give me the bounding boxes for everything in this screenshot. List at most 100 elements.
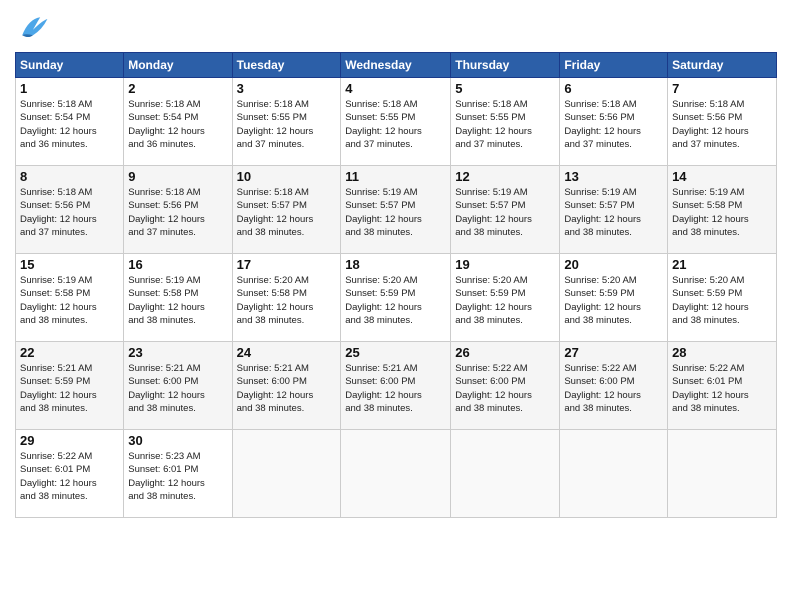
calendar-cell: 30 Sunrise: 5:23 AM Sunset: 6:01 PM Dayli… bbox=[124, 430, 232, 518]
day-number: 4 bbox=[345, 81, 446, 96]
calendar-cell: 22 Sunrise: 5:21 AM Sunset: 5:59 PM Dayli… bbox=[16, 342, 124, 430]
day-info: Sunrise: 5:18 AM Sunset: 5:56 PM Dayligh… bbox=[672, 98, 772, 151]
day-number: 20 bbox=[564, 257, 663, 272]
calendar-cell: 4 Sunrise: 5:18 AM Sunset: 5:55 PM Daylig… bbox=[341, 78, 451, 166]
logo bbox=[15, 10, 55, 46]
day-number: 27 bbox=[564, 345, 663, 360]
day-number: 9 bbox=[128, 169, 227, 184]
day-info: Sunrise: 5:19 AM Sunset: 5:58 PM Dayligh… bbox=[128, 274, 227, 327]
calendar-cell bbox=[232, 430, 341, 518]
calendar-cell: 7 Sunrise: 5:18 AM Sunset: 5:56 PM Daylig… bbox=[668, 78, 777, 166]
day-number: 23 bbox=[128, 345, 227, 360]
day-info: Sunrise: 5:20 AM Sunset: 5:59 PM Dayligh… bbox=[455, 274, 555, 327]
day-info: Sunrise: 5:19 AM Sunset: 5:58 PM Dayligh… bbox=[672, 186, 772, 239]
calendar-header-monday: Monday bbox=[124, 53, 232, 78]
calendar-cell: 12 Sunrise: 5:19 AM Sunset: 5:57 PM Dayli… bbox=[451, 166, 560, 254]
day-info: Sunrise: 5:21 AM Sunset: 6:00 PM Dayligh… bbox=[345, 362, 446, 415]
day-info: Sunrise: 5:20 AM Sunset: 5:59 PM Dayligh… bbox=[564, 274, 663, 327]
calendar-cell: 1 Sunrise: 5:18 AM Sunset: 5:54 PM Daylig… bbox=[16, 78, 124, 166]
day-info: Sunrise: 5:19 AM Sunset: 5:58 PM Dayligh… bbox=[20, 274, 119, 327]
day-number: 7 bbox=[672, 81, 772, 96]
day-info: Sunrise: 5:23 AM Sunset: 6:01 PM Dayligh… bbox=[128, 450, 227, 503]
header bbox=[15, 10, 777, 46]
day-number: 22 bbox=[20, 345, 119, 360]
day-info: Sunrise: 5:18 AM Sunset: 5:57 PM Dayligh… bbox=[237, 186, 337, 239]
calendar-cell: 10 Sunrise: 5:18 AM Sunset: 5:57 PM Dayli… bbox=[232, 166, 341, 254]
calendar-cell: 5 Sunrise: 5:18 AM Sunset: 5:55 PM Daylig… bbox=[451, 78, 560, 166]
calendar-header-thursday: Thursday bbox=[451, 53, 560, 78]
calendar-header-saturday: Saturday bbox=[668, 53, 777, 78]
day-info: Sunrise: 5:18 AM Sunset: 5:54 PM Dayligh… bbox=[20, 98, 119, 151]
calendar-week-1: 8 Sunrise: 5:18 AM Sunset: 5:56 PM Daylig… bbox=[16, 166, 777, 254]
calendar-cell: 25 Sunrise: 5:21 AM Sunset: 6:00 PM Dayli… bbox=[341, 342, 451, 430]
calendar-header-row: SundayMondayTuesdayWednesdayThursdayFrid… bbox=[16, 53, 777, 78]
calendar-cell: 8 Sunrise: 5:18 AM Sunset: 5:56 PM Daylig… bbox=[16, 166, 124, 254]
day-number: 26 bbox=[455, 345, 555, 360]
day-info: Sunrise: 5:19 AM Sunset: 5:57 PM Dayligh… bbox=[345, 186, 446, 239]
calendar-header-tuesday: Tuesday bbox=[232, 53, 341, 78]
calendar-cell: 28 Sunrise: 5:22 AM Sunset: 6:01 PM Dayli… bbox=[668, 342, 777, 430]
calendar-week-2: 15 Sunrise: 5:19 AM Sunset: 5:58 PM Dayli… bbox=[16, 254, 777, 342]
day-number: 1 bbox=[20, 81, 119, 96]
calendar-week-4: 29Sunrise: 5:22 AM Sunset: 6:01 PM Dayli… bbox=[16, 430, 777, 518]
day-info: Sunrise: 5:18 AM Sunset: 5:56 PM Dayligh… bbox=[20, 186, 119, 239]
day-number: 17 bbox=[237, 257, 337, 272]
day-info: Sunrise: 5:18 AM Sunset: 5:54 PM Dayligh… bbox=[128, 98, 227, 151]
day-number: 29 bbox=[20, 433, 119, 448]
day-number: 21 bbox=[672, 257, 772, 272]
day-number: 25 bbox=[345, 345, 446, 360]
calendar-week-0: 1 Sunrise: 5:18 AM Sunset: 5:54 PM Daylig… bbox=[16, 78, 777, 166]
calendar-week-3: 22 Sunrise: 5:21 AM Sunset: 5:59 PM Dayli… bbox=[16, 342, 777, 430]
day-number: 12 bbox=[455, 169, 555, 184]
day-number: 28 bbox=[672, 345, 772, 360]
calendar-cell: 19 Sunrise: 5:20 AM Sunset: 5:59 PM Dayli… bbox=[451, 254, 560, 342]
day-info: Sunrise: 5:21 AM Sunset: 6:00 PM Dayligh… bbox=[128, 362, 227, 415]
calendar-cell bbox=[451, 430, 560, 518]
calendar-cell: 11 Sunrise: 5:19 AM Sunset: 5:57 PM Dayli… bbox=[341, 166, 451, 254]
day-info: Sunrise: 5:18 AM Sunset: 5:55 PM Dayligh… bbox=[455, 98, 555, 151]
calendar-cell: 3 Sunrise: 5:18 AM Sunset: 5:55 PM Daylig… bbox=[232, 78, 341, 166]
calendar-cell: 15 Sunrise: 5:19 AM Sunset: 5:58 PM Dayli… bbox=[16, 254, 124, 342]
logo-icon bbox=[15, 10, 51, 46]
calendar-cell: 14 Sunrise: 5:19 AM Sunset: 5:58 PM Dayli… bbox=[668, 166, 777, 254]
calendar-cell: 18Sunrise: 5:20 AM Sunset: 5:59 PM Dayli… bbox=[341, 254, 451, 342]
day-info: Sunrise: 5:20 AM Sunset: 5:59 PM Dayligh… bbox=[672, 274, 772, 327]
calendar-cell: 2 Sunrise: 5:18 AM Sunset: 5:54 PM Daylig… bbox=[124, 78, 232, 166]
page: SundayMondayTuesdayWednesdayThursdayFrid… bbox=[0, 0, 792, 612]
day-info: Sunrise: 5:18 AM Sunset: 5:56 PM Dayligh… bbox=[564, 98, 663, 151]
day-number: 24 bbox=[237, 345, 337, 360]
day-number: 30 bbox=[128, 433, 227, 448]
calendar-cell: 26 Sunrise: 5:22 AM Sunset: 6:00 PM Dayli… bbox=[451, 342, 560, 430]
calendar-cell: 23 Sunrise: 5:21 AM Sunset: 6:00 PM Dayli… bbox=[124, 342, 232, 430]
day-number: 14 bbox=[672, 169, 772, 184]
day-info: Sunrise: 5:18 AM Sunset: 5:55 PM Dayligh… bbox=[345, 98, 446, 151]
calendar-cell bbox=[560, 430, 668, 518]
calendar-cell: 9Sunrise: 5:18 AM Sunset: 5:56 PM Daylig… bbox=[124, 166, 232, 254]
day-info: Sunrise: 5:19 AM Sunset: 5:57 PM Dayligh… bbox=[455, 186, 555, 239]
day-number: 10 bbox=[237, 169, 337, 184]
day-number: 2 bbox=[128, 81, 227, 96]
day-number: 5 bbox=[455, 81, 555, 96]
calendar-cell: 27 Sunrise: 5:22 AM Sunset: 6:00 PM Dayli… bbox=[560, 342, 668, 430]
day-info: Sunrise: 5:21 AM Sunset: 5:59 PM Dayligh… bbox=[20, 362, 119, 415]
day-info: Sunrise: 5:18 AM Sunset: 5:55 PM Dayligh… bbox=[237, 98, 337, 151]
day-number: 19 bbox=[455, 257, 555, 272]
day-number: 3 bbox=[237, 81, 337, 96]
day-info: Sunrise: 5:22 AM Sunset: 6:00 PM Dayligh… bbox=[564, 362, 663, 415]
day-info: Sunrise: 5:19 AM Sunset: 5:57 PM Dayligh… bbox=[564, 186, 663, 239]
day-number: 13 bbox=[564, 169, 663, 184]
day-info: Sunrise: 5:22 AM Sunset: 6:00 PM Dayligh… bbox=[455, 362, 555, 415]
day-number: 8 bbox=[20, 169, 119, 184]
day-number: 15 bbox=[20, 257, 119, 272]
calendar-cell: 24Sunrise: 5:21 AM Sunset: 6:00 PM Dayli… bbox=[232, 342, 341, 430]
day-number: 11 bbox=[345, 169, 446, 184]
day-info: Sunrise: 5:22 AM Sunset: 6:01 PM Dayligh… bbox=[672, 362, 772, 415]
calendar-cell: 16 Sunrise: 5:19 AM Sunset: 5:58 PM Dayli… bbox=[124, 254, 232, 342]
calendar-cell: 13 Sunrise: 5:19 AM Sunset: 5:57 PM Dayli… bbox=[560, 166, 668, 254]
day-number: 18 bbox=[345, 257, 446, 272]
calendar-header-sunday: Sunday bbox=[16, 53, 124, 78]
calendar-cell bbox=[341, 430, 451, 518]
calendar-cell bbox=[668, 430, 777, 518]
day-number: 16 bbox=[128, 257, 227, 272]
calendar-table: SundayMondayTuesdayWednesdayThursdayFrid… bbox=[15, 52, 777, 518]
